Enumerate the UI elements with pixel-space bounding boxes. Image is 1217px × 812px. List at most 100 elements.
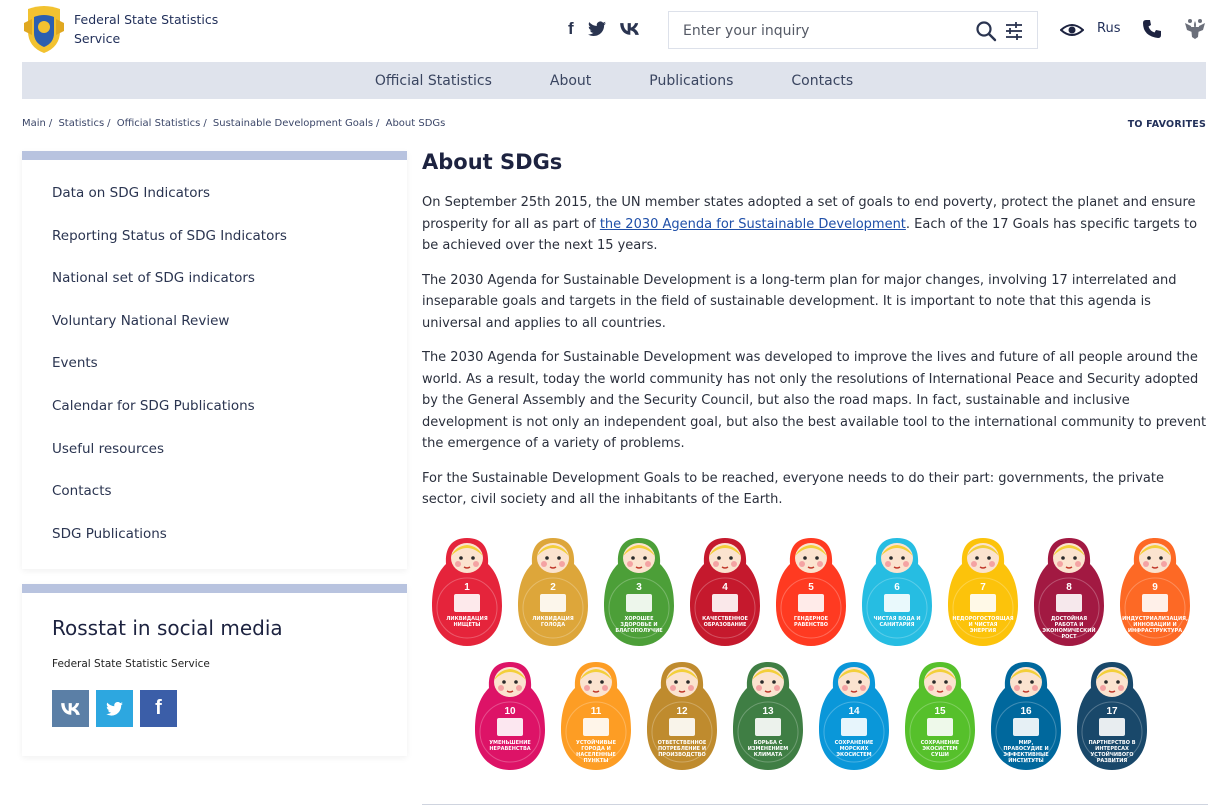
sdg-goal-15-doll[interactable]: 15СОХРАНЕНИЕ ЭКОСИСТЕМ СУШИ [903,660,977,772]
sdg-goal-number: 16 [1020,706,1032,717]
filter-sliders-icon[interactable] [1003,20,1025,42]
breadcrumb-sdg[interactable]: Sustainable Development Goals [213,118,373,129]
page-title: About SDGs [422,150,563,174]
sidebar-item-data-on-sdg-indicators[interactable]: Data on SDG Indicators [22,184,407,227]
sidebar-item-useful-resources[interactable]: Useful resources [22,440,407,483]
sdg-goal-label: КАЧЕСТВЕННОЕ ОБРАЗОВАНИЕ [702,616,748,628]
sdg-goal-number: 9 [1152,582,1158,593]
header-socials: f [568,18,640,40]
sidebar-item-sdg-publications[interactable]: SDG Publications [22,525,407,568]
breadcrumb-current: About SDGs [385,118,446,129]
phone-icon[interactable] [1142,19,1162,39]
vk-icon [60,702,80,715]
nav-official-statistics[interactable]: Official Statistics [346,73,521,89]
paragraph-3: The 2030 Agenda for Sustainable Developm… [422,350,1207,451]
eye-icon[interactable] [1060,20,1084,40]
paragraph-1: On September 25th 2015, the UN member st… [422,192,1208,257]
sdg-goal-3-doll[interactable]: 3ХОРОШЕЕ ЗДОРОВЬЕ И БЛАГОПОЛУЧИЕ [602,536,676,648]
social-buttons: f [52,690,177,727]
sdg-goal-number: 10 [504,706,516,717]
sdg-goal-5-doll[interactable]: 5 ГЕНДЕРНОЕ РАВЕНСТВО [774,536,848,648]
sdg-goal-number: 2 [550,582,556,593]
twitter-button[interactable] [96,690,133,727]
sdg-goal-number: 3 [636,582,642,593]
coat-of-arms-icon[interactable] [1183,17,1207,41]
paragraph-4: For the Sustainable Development Goals to… [422,470,1164,508]
sidebar-accent-bar [22,151,407,160]
vk-button[interactable] [52,690,89,727]
sdg-goal-number: 14 [848,706,860,717]
sdg-goal-10-doll[interactable]: 10 УМЕНЬШЕНИЕ НЕРАВЕНСТВА [473,660,547,772]
sdg-goal-number: 15 [934,706,946,717]
sdg-goal-9-doll[interactable]: 9ИНДУСТРИАЛИЗАЦИЯ, ИННОВАЦИИ И ИНФРАСТРУКТ… [1118,536,1192,648]
breadcrumb-official-statistics[interactable]: Official Statistics [117,118,201,129]
sdg-goal-7-doll[interactable]: 7НЕДОРОГОСТОЯЩАЯ И ЧИСТАЯ ЭНЕРГИЯ [946,536,1020,648]
sdg-goal-4-doll[interactable]: 4 КАЧЕСТВЕННОЕ ОБРАЗОВАНИЕ [688,536,762,648]
sidebar-menu: Data on SDG Indicators Reporting Status … [22,151,407,569]
sdg-goal-label: БОРЬБА С ИЗМЕНЕНИЕМ КЛИМАТА [748,740,789,758]
sdg-goal-number: 13 [762,706,774,717]
main-content: About SDGs On September 25th 2015, the U… [422,150,1208,524]
sdg-goal-label: ОТВЕТСТВЕННОЕ ПОТРЕБЛЕНИЕ И ПРОИЗВОДСТВО [658,740,707,758]
main-nav: Official Statistics About Publications C… [22,62,1206,99]
social-accent-bar [22,584,407,593]
nav-about[interactable]: About [521,73,620,89]
sdg-goal-14-doll[interactable]: 14 СОХРАНЕНИЕ МОРСКИХ ЭКОСИСТЕМ [817,660,891,772]
sdg-goal-number: 6 [894,582,900,593]
breadcrumb: Main / Statistics / Official Statistics / S… [22,118,446,129]
sdg-goals-grid: 1 ЛИКВИДАЦИЯ НИЩЕТЫ 2 ЛИКВИДАЦИЯ ГОЛОДА 3 ХОРОШ… [430,536,1200,776]
sidebar-item-voluntary-national-review[interactable]: Voluntary National Review [22,312,407,355]
paragraph-2: The 2030 Agenda for Sustainable Developm… [422,272,1177,331]
social-panel-title: Rosstat in social media [52,616,283,640]
sdg-goal-17-doll[interactable]: 17ПАРТНЕРСТВО В ИНТЕРЕСАХ УСТОЙЧИВОГО РАЗВИ… [1075,660,1149,772]
sdg-goal-11-doll[interactable]: 11УСТОЙЧИВЫЕ ГОРОДА И НАСЕЛЕННЫЕ ПУНКТЫ [559,660,633,772]
sdg-goal-13-doll[interactable]: 13 БОРЬБА С ИЗМЕНЕНИЕМ КЛИМАТА [731,660,805,772]
twitter-icon[interactable] [587,18,606,40]
sdg-goal-label: ГЕНДЕРНОЕ РАВЕНСТВО [794,616,829,628]
search-input[interactable] [683,20,973,42]
sdg-goal-2-doll[interactable]: 2ЛИКВИДАЦИЯ ГОЛОДА [516,536,590,648]
sdg-goal-number: 12 [676,706,688,717]
sdg-goal-number: 5 [808,582,814,593]
nav-contacts[interactable]: Contacts [762,73,882,89]
sdg-goal-number: 8 [1066,582,1072,593]
sdg-goal-number: 11 [591,706,602,717]
to-favorites-link[interactable]: TO FAVORITES [1128,119,1206,130]
vk-icon[interactable] [619,18,640,40]
sidebar-item-reporting-status[interactable]: Reporting Status of SDG Indicators [22,227,407,270]
content-divider [422,804,1208,805]
sdg-goal-6-doll[interactable]: 6 ЧИСТАЯ ВОДА И САНИТАРИЯ [860,536,934,648]
sdg-goal-number: 1 [464,582,470,593]
search-box [668,11,1038,49]
language-switch[interactable]: Rus [1097,21,1120,36]
facebook-icon[interactable]: f [568,18,574,40]
sdg-goal-label: СОХРАНЕНИЕ МОРСКИХ ЭКОСИСТЕМ [835,740,874,758]
sidebar-item-events[interactable]: Events [22,354,407,397]
sdg-goal-16-doll[interactable]: 16МИР, ПРАВОСУДИЕ И ЭФФЕКТИВНЫЕ ИНСТИТУТЫ [989,660,1063,772]
twitter-icon [106,701,123,716]
sdg-goal-12-doll[interactable]: 12 ОТВЕТСТВЕННОЕ ПОТРЕБЛЕНИЕ И ПРОИЗВОДСТВО [645,660,719,772]
sdg-goal-label: УМЕНЬШЕНИЕ НЕРАВЕНСТВА [489,740,531,752]
sidebar-item-calendar[interactable]: Calendar for SDG Publications [22,397,407,440]
sidebar-list: Data on SDG Indicators Reporting Status … [22,160,407,567]
search-icon[interactable] [975,20,997,42]
sdg-goal-1-doll[interactable]: 1ЛИКВИДАЦИЯ НИЩЕТЫ [430,536,504,648]
sidebar-item-contacts[interactable]: Contacts [22,482,407,525]
social-media-panel: Rosstat in social media Federal State St… [22,584,407,756]
facebook-button[interactable]: f [140,690,177,727]
rosstat-logo-icon[interactable] [22,5,66,55]
sidebar-item-national-set[interactable]: National set of SDG indicators [22,269,407,312]
sdg-goal-number: 17 [1106,706,1118,717]
breadcrumb-statistics[interactable]: Statistics [58,118,104,129]
sdg-goal-number: 7 [980,582,986,593]
org-name[interactable]: Federal State Statistics Service [74,10,234,48]
facebook-icon: f [155,697,162,719]
sdg-goal-number: 4 [722,582,728,593]
agenda-2030-link[interactable]: the 2030 Agenda for Sustainable Developm… [600,217,906,232]
nav-publications[interactable]: Publications [620,73,762,89]
social-panel-subtitle: Federal State Statistic Service [52,658,210,670]
site-header: Federal State Statistics Service f Rus [0,0,1217,60]
breadcrumb-main[interactable]: Main [22,118,46,129]
sdg-goal-8-doll[interactable]: 8ДОСТОЙНАЯ РАБОТА И ЭКОНОМИЧЕСКИЙ РОСТ [1032,536,1106,648]
sdg-goal-label: ЧИСТАЯ ВОДА И САНИТАРИЯ [873,616,920,628]
